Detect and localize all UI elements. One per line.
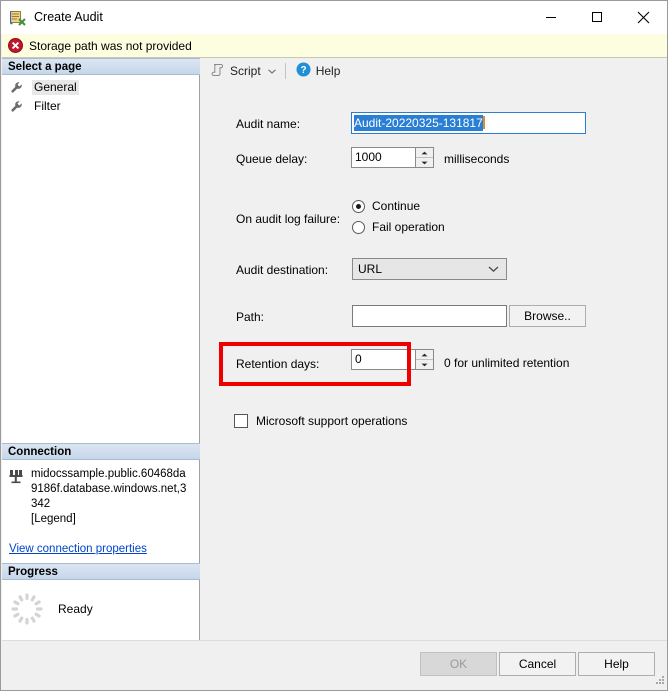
chevron-up-icon: [421, 151, 428, 154]
error-icon: [8, 38, 23, 53]
server-connection-icon: [8, 468, 24, 484]
progress-status-label: Ready: [58, 602, 93, 616]
sidebar-item-general-label: General: [32, 80, 79, 95]
microsoft-support-operations-checkbox[interactable]: Microsoft support operations: [234, 414, 407, 428]
spinner-icon: [10, 592, 44, 626]
svg-text:?: ?: [300, 65, 306, 76]
help-label: Help: [315, 64, 341, 78]
retention-days-decrement-button[interactable]: [416, 360, 433, 369]
radio-fail-operation[interactable]: Fail operation: [352, 220, 445, 234]
wrench-icon: [10, 81, 24, 95]
maximize-icon: [592, 12, 602, 22]
retention-days-spin-buttons: [415, 350, 433, 369]
progress-status-row: Ready: [2, 580, 199, 626]
window-title: Create Audit: [34, 10, 103, 24]
chevron-down-icon: [488, 266, 499, 273]
retention-days-hint: 0 for unlimited retention: [444, 356, 570, 370]
audit-name-value: Audit-20220325-131817: [354, 115, 483, 131]
connection-server-text: midocssample.public.60468da9186f.databas…: [31, 468, 187, 510]
path-label: Path:: [236, 310, 265, 324]
connection-info: midocssample.public.60468da9186f.databas…: [2, 460, 199, 527]
help-button-footer[interactable]: Help: [578, 652, 655, 676]
connection-server: midocssample.public.60468da9186f.databas…: [31, 467, 191, 527]
sidebar-item-filter[interactable]: Filter: [2, 97, 199, 116]
help-button[interactable]: ? Help: [292, 60, 345, 82]
retention-days-label: Retention days:: [236, 357, 320, 371]
audit-destination-select[interactable]: URL: [352, 258, 507, 280]
error-message: Storage path was not provided: [29, 38, 192, 53]
close-button[interactable]: [620, 1, 666, 33]
audit-destination-value: URL: [358, 262, 383, 276]
chevron-down-icon: [421, 363, 428, 366]
script-label: Script: [230, 64, 261, 78]
script-dropdown-caret[interactable]: [265, 60, 279, 82]
path-input[interactable]: [352, 305, 507, 327]
audit-destination-label: Audit destination:: [236, 263, 329, 277]
chevron-down-icon: [267, 68, 276, 74]
sidebar-item-general[interactable]: General: [2, 78, 199, 97]
connection-header: Connection: [2, 443, 200, 460]
progress-body: Ready: [2, 580, 199, 640]
select-a-page-header: Select a page: [2, 58, 200, 75]
script-icon: [211, 63, 225, 80]
connection-user-text: [Legend]: [31, 513, 76, 525]
connection-body: midocssample.public.60468da9186f.databas…: [2, 460, 199, 563]
queue-delay-value: 1000: [352, 148, 415, 167]
title-bar: Create Audit: [1, 1, 667, 34]
view-connection-properties-link[interactable]: View connection properties: [9, 543, 147, 555]
progress-header: Progress: [2, 563, 200, 580]
create-audit-dialog: Create Audit Storage path was not provid…: [0, 0, 668, 691]
radio-continue-indicator: [352, 199, 365, 213]
ok-button[interactable]: OK: [420, 652, 497, 676]
wrench-icon: [10, 100, 24, 114]
radio-fail-operation-indicator: [352, 220, 365, 234]
queue-delay-decrement-button[interactable]: [416, 158, 433, 167]
create-audit-icon: [9, 10, 27, 26]
audit-name-label: Audit name:: [236, 117, 301, 131]
radio-continue-label: Continue: [372, 199, 421, 213]
page-list: General Filter: [2, 75, 199, 443]
chevron-down-icon: [421, 161, 428, 164]
microsoft-support-operations-box: [234, 414, 248, 428]
close-icon: [637, 11, 649, 23]
browse-button[interactable]: Browse..: [509, 305, 586, 327]
text-cursor: [482, 116, 485, 129]
retention-days-value: 0: [352, 350, 415, 369]
help-question-icon: ?: [296, 62, 311, 80]
audit-name-input[interactable]: Audit-20220325-131817: [351, 112, 586, 134]
toolbar-separator: [284, 63, 286, 79]
left-panel: Select a page General Filter Connection …: [2, 58, 200, 640]
queue-delay-increment-button[interactable]: [416, 148, 433, 158]
maximize-button[interactable]: [574, 1, 620, 33]
script-button[interactable]: Script: [207, 60, 265, 82]
resize-grip-icon[interactable]: [654, 674, 665, 688]
chevron-up-icon: [421, 353, 428, 356]
radio-fail-operation-label: Fail operation: [372, 220, 445, 234]
retention-days-stepper[interactable]: 0: [351, 349, 434, 370]
error-banner: Storage path was not provided: [2, 34, 667, 58]
dialog-footer: OK Cancel Help: [2, 640, 667, 690]
on-audit-log-failure-label: On audit log failure:: [236, 212, 341, 226]
queue-delay-unit-label: milliseconds: [444, 152, 510, 166]
radio-continue[interactable]: Continue: [352, 199, 420, 213]
queue-delay-label: Queue delay:: [236, 152, 308, 166]
cancel-button[interactable]: Cancel: [499, 652, 576, 676]
minimize-icon: [546, 17, 556, 18]
sidebar-item-filter-label: Filter: [34, 99, 61, 113]
retention-days-increment-button[interactable]: [416, 350, 433, 360]
minimize-button[interactable]: [528, 1, 574, 33]
panel-toolbar: Script ? Help: [201, 58, 667, 84]
right-panel: Script ? Help Audit name: Audit-20220325…: [201, 58, 667, 640]
queue-delay-spin-buttons: [415, 148, 433, 167]
queue-delay-stepper[interactable]: 1000: [351, 147, 434, 168]
microsoft-support-operations-label: Microsoft support operations: [256, 414, 408, 428]
